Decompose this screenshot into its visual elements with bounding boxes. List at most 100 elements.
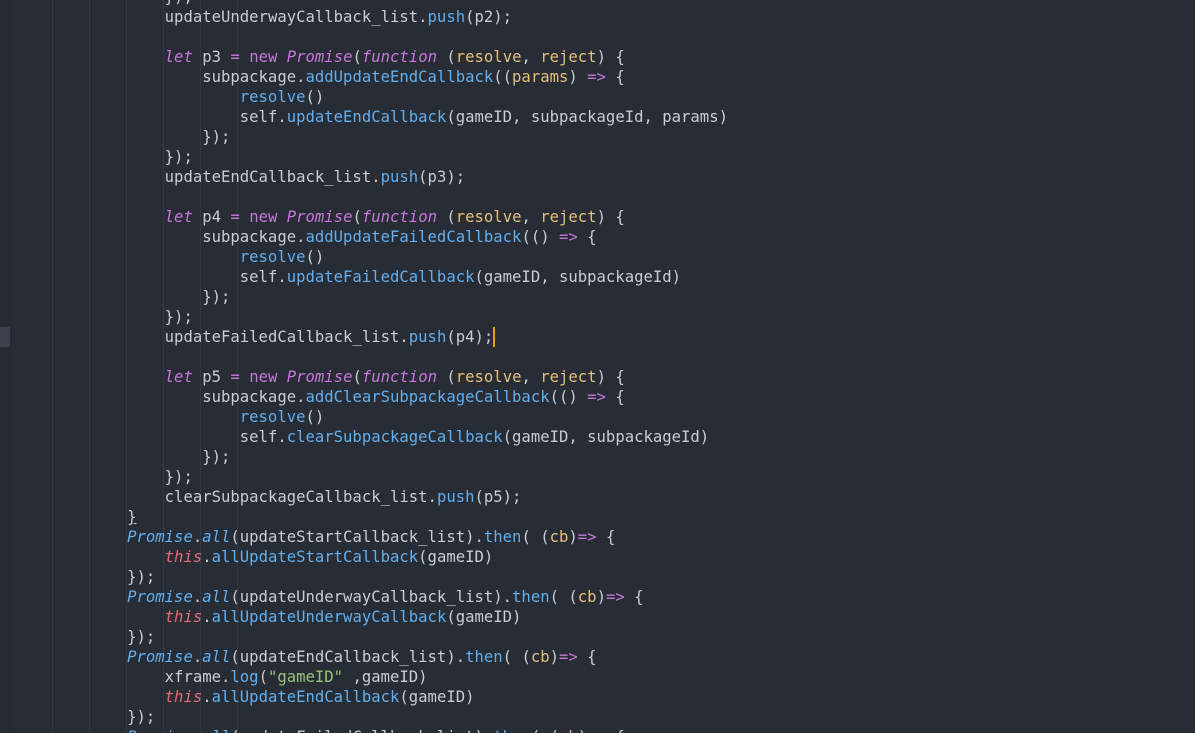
- code-token: "gameID": [267, 668, 344, 686]
- code-token: (): [305, 408, 325, 426]
- code-line[interactable]: self.updateFailedCallback(gameID, subpac…: [52, 267, 728, 287]
- code-token: self: [239, 428, 278, 446]
- code-token: ) {: [596, 48, 625, 66]
- code-token: push: [408, 328, 447, 346]
- code-token: addUpdateFailedCallback: [305, 228, 522, 246]
- code-token: updateEndCallback_list: [164, 168, 372, 186]
- code-line[interactable]: Promise.all(updateFailedCallback_list).t…: [52, 727, 728, 733]
- code-token: (: [352, 48, 362, 66]
- code-token: (: [352, 208, 362, 226]
- code-line[interactable]: });: [52, 127, 728, 147]
- code-line[interactable]: });: [52, 447, 728, 467]
- code-line[interactable]: updateEndCallback_list.push(p3);: [52, 167, 728, 187]
- editor-gutter[interactable]: [0, 0, 12, 733]
- code-text-area[interactable]: }); updateUnderwayCallback_list.push(p2)…: [52, 0, 728, 733]
- code-line[interactable]: [52, 27, 728, 47]
- code-token: updateFailedCallback: [286, 268, 475, 286]
- current-line-marker: [0, 327, 10, 347]
- code-token: all: [202, 588, 231, 606]
- code-token: .: [192, 648, 203, 666]
- code-token: ) {: [596, 368, 625, 386]
- code-line[interactable]: Promise.all(updateEndCallback_list).then…: [52, 647, 728, 667]
- code-token: .: [296, 68, 306, 86]
- code-token: });: [202, 128, 231, 146]
- code-line[interactable]: self.clearSubpackageCallback(gameID, sub…: [52, 427, 728, 447]
- code-line[interactable]: updateFailedCallback_list.push(p4);: [52, 327, 728, 347]
- code-token: addClearSubpackageCallback: [305, 388, 550, 406]
- code-token: xframe: [164, 668, 222, 686]
- code-line[interactable]: });: [52, 567, 728, 587]
- code-token: });: [165, 0, 193, 6]
- code-line[interactable]: this.allUpdateUnderwayCallback(gameID): [52, 607, 728, 627]
- code-token: (gameID): [418, 548, 494, 566]
- code-token: ( (: [502, 648, 531, 666]
- code-token: subpackage: [202, 228, 297, 246]
- code-line[interactable]: subpackage.addUpdateEndCallback((params)…: [52, 67, 728, 87]
- code-line[interactable]: resolve(): [52, 87, 728, 107]
- code-line[interactable]: subpackage.addClearSubpackageCallback(()…: [52, 387, 728, 407]
- code-line[interactable]: let p5 = new Promise(function (resolve, …: [52, 367, 728, 387]
- code-line[interactable]: this.allUpdateStartCallback(gameID): [52, 547, 728, 567]
- code-line[interactable]: });: [52, 307, 728, 327]
- code-line[interactable]: let p4 = new Promise(function (resolve, …: [52, 207, 728, 227]
- code-token: =>: [577, 528, 597, 546]
- code-token: push: [427, 8, 466, 26]
- code-token: resolve: [455, 48, 522, 66]
- code-token: .: [202, 548, 212, 566]
- code-token: p4: [192, 208, 231, 226]
- code-line[interactable]: self.updateEndCallback(gameID, subpackag…: [52, 107, 728, 127]
- code-line[interactable]: });: [52, 627, 728, 647]
- code-token: (: [436, 48, 456, 66]
- code-line[interactable]: Promise.all(updateStartCallback_list).th…: [52, 527, 728, 547]
- code-line[interactable]: this.allUpdateEndCallback(gameID): [52, 687, 728, 707]
- code-token: Promise: [127, 528, 193, 546]
- code-token: this: [164, 548, 203, 566]
- code-token: .: [371, 168, 381, 186]
- code-line[interactable]: });: [52, 707, 728, 727]
- code-line[interactable]: clearSubpackageCallback_list.push(p5);: [52, 487, 728, 507]
- code-token: cb: [549, 528, 569, 546]
- code-line[interactable]: }: [52, 507, 728, 527]
- code-editor[interactable]: }); updateUnderwayCallback_list.push(p2)…: [0, 0, 1195, 733]
- code-line[interactable]: [52, 187, 728, 207]
- code-line[interactable]: let p3 = new Promise(function (resolve, …: [52, 47, 728, 67]
- code-token: all: [202, 728, 230, 733]
- code-line[interactable]: });: [52, 467, 728, 487]
- code-line[interactable]: resolve(): [52, 407, 728, 427]
- code-line[interactable]: subpackage.addUpdateFailedCallback(() =>…: [52, 227, 728, 247]
- code-line[interactable]: resolve(): [52, 247, 728, 267]
- code-token: {: [606, 728, 624, 733]
- code-token: });: [127, 568, 156, 586]
- code-token: (updateEndCallback_list): [230, 648, 456, 666]
- code-line[interactable]: });: [52, 0, 728, 7]
- code-line[interactable]: });: [52, 147, 728, 167]
- code-token: =>: [587, 68, 606, 86]
- code-line[interactable]: xframe.log("gameID" ,gameID): [52, 667, 728, 687]
- code-token: (): [305, 248, 325, 266]
- code-token: let: [164, 208, 193, 226]
- code-line[interactable]: Promise.all(updateUnderwayCallback_list)…: [52, 587, 728, 607]
- code-token: reject: [540, 368, 597, 386]
- code-token: Promise: [286, 208, 353, 226]
- code-line[interactable]: [52, 347, 728, 367]
- code-token: (p3);: [418, 168, 466, 186]
- code-token: all: [202, 648, 231, 666]
- code-token: ): [568, 68, 588, 86]
- code-token: .: [296, 228, 306, 246]
- code-line[interactable]: });: [52, 287, 728, 307]
- code-line[interactable]: updateUnderwayCallback_list.push(p2);: [52, 7, 728, 27]
